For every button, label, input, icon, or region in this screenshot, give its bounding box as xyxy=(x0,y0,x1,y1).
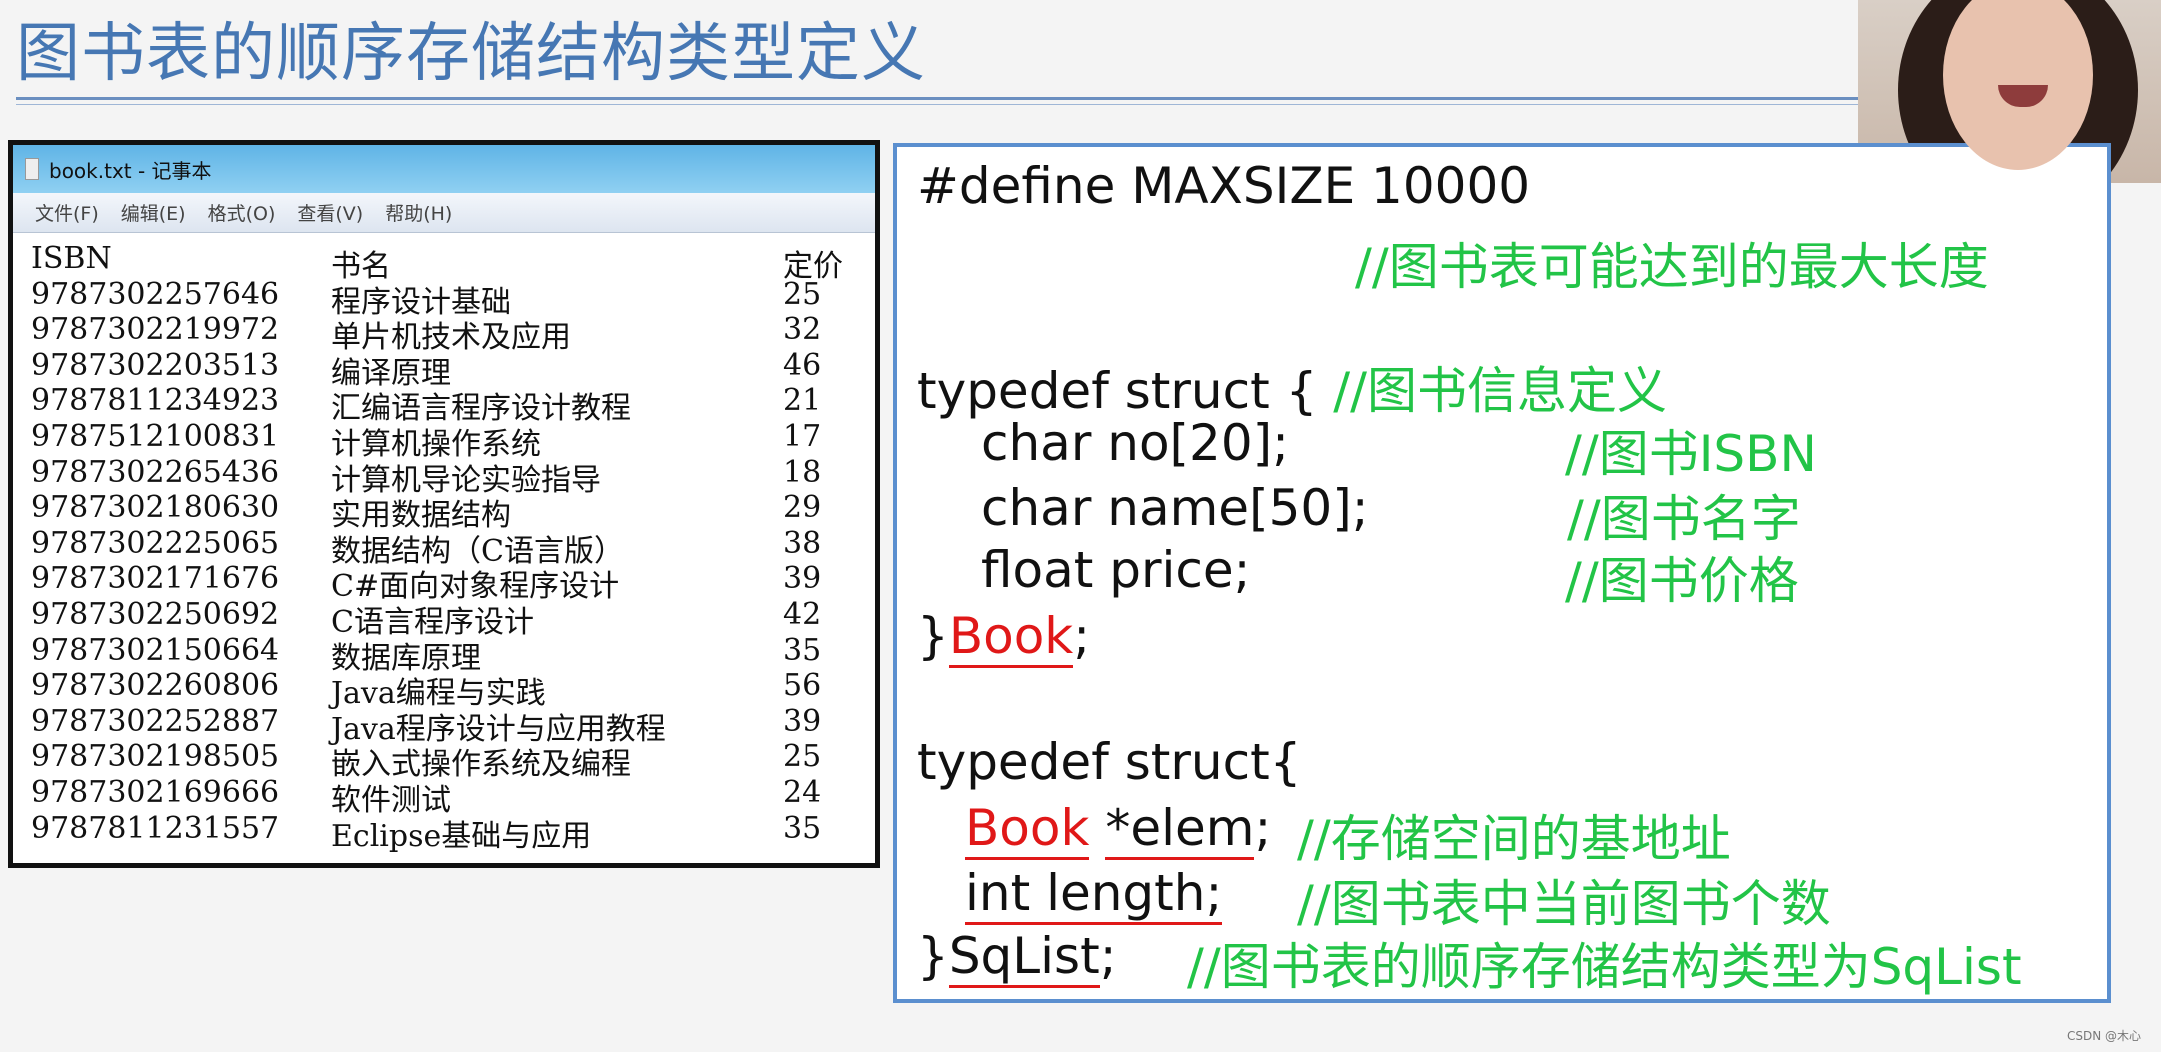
price-cell: 25 xyxy=(783,739,822,775)
code-comment: //图书价格 xyxy=(1565,552,1799,610)
book-row: 9787302219972 单片机技术及应用 32 xyxy=(31,312,871,355)
title-divider-thin xyxy=(16,104,1861,105)
code-text: ; xyxy=(1254,799,1272,857)
book-row: 9787512100831 计算机操作系统 17 xyxy=(31,419,871,462)
code-type-sqlist: SqList xyxy=(948,927,1100,988)
isbn-cell: 9787302150664 xyxy=(31,632,280,668)
code-define: #define MAXSIZE 10000 xyxy=(917,157,1531,215)
title-cell: Eclipse基础与应用 xyxy=(331,818,592,854)
isbn-cell: 9787302252887 xyxy=(31,703,280,739)
code-text: } xyxy=(917,607,949,665)
isbn-cell: 9787302250692 xyxy=(31,597,280,632)
code-comment: //存储空间的基地址 xyxy=(1297,810,1731,868)
book-row: 9787302257646 程序设计基础 25 xyxy=(31,276,871,320)
code-field-name: char name[50]; xyxy=(981,479,1369,537)
isbn-cell: 9787302219972 xyxy=(31,312,280,348)
code-close-book: }Book; xyxy=(917,607,1091,668)
notepad-titlebar[interactable]: book.txt - 记事本 xyxy=(13,145,875,193)
code-comment: //图书信息定义 xyxy=(1333,362,1667,420)
price-cell: 35 xyxy=(783,632,822,668)
isbn-cell: 9787302203513 xyxy=(31,347,280,383)
menu-help[interactable]: 帮助(H) xyxy=(385,199,452,226)
notepad-window: book.txt - 记事本 文件(F) 编辑(E) 格式(O) 查看(V) 帮… xyxy=(8,140,880,868)
isbn-cell: 9787811234923 xyxy=(31,383,280,419)
price-cell: 39 xyxy=(783,703,822,739)
code-field-elem: Book *elem; xyxy=(965,799,1272,860)
price-cell: 39 xyxy=(783,561,822,597)
isbn-cell: ISBN xyxy=(31,241,112,276)
code-field-no: char no[20]; xyxy=(981,414,1290,472)
isbn-cell: 9787302171676 xyxy=(31,561,280,597)
code-comment: //图书表可能达到的最大长度 xyxy=(1355,238,1989,296)
price-cell: 56 xyxy=(783,668,822,704)
menu-file[interactable]: 文件(F) xyxy=(35,199,99,226)
price-cell: 42 xyxy=(783,597,822,632)
code-comment: //图书ISBN xyxy=(1565,425,1817,483)
isbn-cell: 9787512100831 xyxy=(31,419,280,454)
price-cell: 32 xyxy=(783,312,822,348)
book-row: 9787302260806 Java编程与实践 56 xyxy=(31,668,871,711)
header-row: ISBN 书名 定价 xyxy=(31,241,871,284)
code-text: ; xyxy=(1099,927,1117,985)
isbn-cell: 9787302225065 xyxy=(31,525,280,561)
code-field-length: int length; xyxy=(965,864,1223,925)
slide-title: 图书表的顺序存储结构类型定义 xyxy=(16,17,926,91)
document-icon xyxy=(25,158,39,180)
window-title: book.txt - 记事本 xyxy=(49,158,212,183)
isbn-cell: 9787302180630 xyxy=(31,490,280,526)
book-row: 9787302198505 嵌入式操作系统及编程 25 xyxy=(31,739,871,782)
price-cell: 25 xyxy=(783,276,822,312)
code-typedef-sqlist: typedef struct{ xyxy=(917,733,1302,791)
code-comment: //图书表的顺序存储结构类型为SqList xyxy=(1187,938,2022,996)
code-type-book: Book xyxy=(948,607,1074,668)
notepad-menubar: 文件(F) 编辑(E) 格式(O) 查看(V) 帮助(H) xyxy=(13,193,875,233)
book-row: 9787302252887 Java程序设计与应用教程 39 xyxy=(31,703,871,747)
title-divider xyxy=(16,97,1861,100)
book-row: 9787811234923 汇编语言程序设计教程 21 xyxy=(31,383,871,426)
price-cell: 35 xyxy=(783,810,822,846)
code-comment: //图书表中当前图书个数 xyxy=(1297,875,1831,933)
code-panel: #define MAXSIZE 10000 //图书表可能达到的最大长度 typ… xyxy=(893,143,2111,1003)
price-cell: 29 xyxy=(783,490,822,526)
price-cell: 21 xyxy=(783,383,822,419)
book-row: 9787302225065 数据结构（C语言版） 38 xyxy=(31,525,871,569)
code-text: } xyxy=(917,927,949,985)
isbn-cell: 9787811231557 xyxy=(31,810,280,846)
isbn-cell: 9787302265436 xyxy=(31,454,280,490)
menu-format[interactable]: 格式(O) xyxy=(208,199,276,226)
book-row: 9787302250692 C语言程序设计 42 xyxy=(31,597,871,640)
book-row: 9787302171676 C#面向对象程序设计 39 xyxy=(31,561,871,604)
isbn-cell: 9787302260806 xyxy=(31,668,280,704)
code-close-sqlist: }SqList; xyxy=(917,927,1117,988)
isbn-cell: 9787302257646 xyxy=(31,276,280,312)
price-cell: 46 xyxy=(783,347,822,383)
code-typedef-book: typedef struct { //图书信息定义 xyxy=(917,351,1667,423)
book-row: 9787302180630 实用数据结构 29 xyxy=(31,490,871,533)
price-cell: 38 xyxy=(783,525,822,561)
price-cell: 17 xyxy=(783,419,822,454)
book-row: 9787302150664 数据库原理 35 xyxy=(31,632,871,676)
isbn-cell: 9787302198505 xyxy=(31,739,280,775)
code-text: ; xyxy=(1073,607,1091,665)
price-cell: 24 xyxy=(783,775,822,810)
book-row: 9787302203513 编译原理 46 xyxy=(31,347,871,391)
price-cell: 18 xyxy=(783,454,822,490)
watermark: CSDN @木心 xyxy=(2066,1029,2141,1043)
code-field-price: float price; xyxy=(981,541,1251,599)
book-row: 9787302265436 计算机导论实验指导 18 xyxy=(31,454,871,498)
code-type-book: Book xyxy=(965,799,1090,860)
book-row: 9787811231557 Eclipse基础与应用 35 xyxy=(31,810,871,854)
menu-edit[interactable]: 编辑(E) xyxy=(121,199,186,226)
isbn-cell: 9787302169666 xyxy=(31,775,280,810)
code-text: int length; xyxy=(965,864,1223,925)
menu-view[interactable]: 查看(V) xyxy=(297,199,363,226)
code-text: *elem xyxy=(1105,799,1255,860)
book-row: 9787302169666 软件测试 24 xyxy=(31,775,871,818)
code-text: typedef struct { xyxy=(917,362,1318,420)
